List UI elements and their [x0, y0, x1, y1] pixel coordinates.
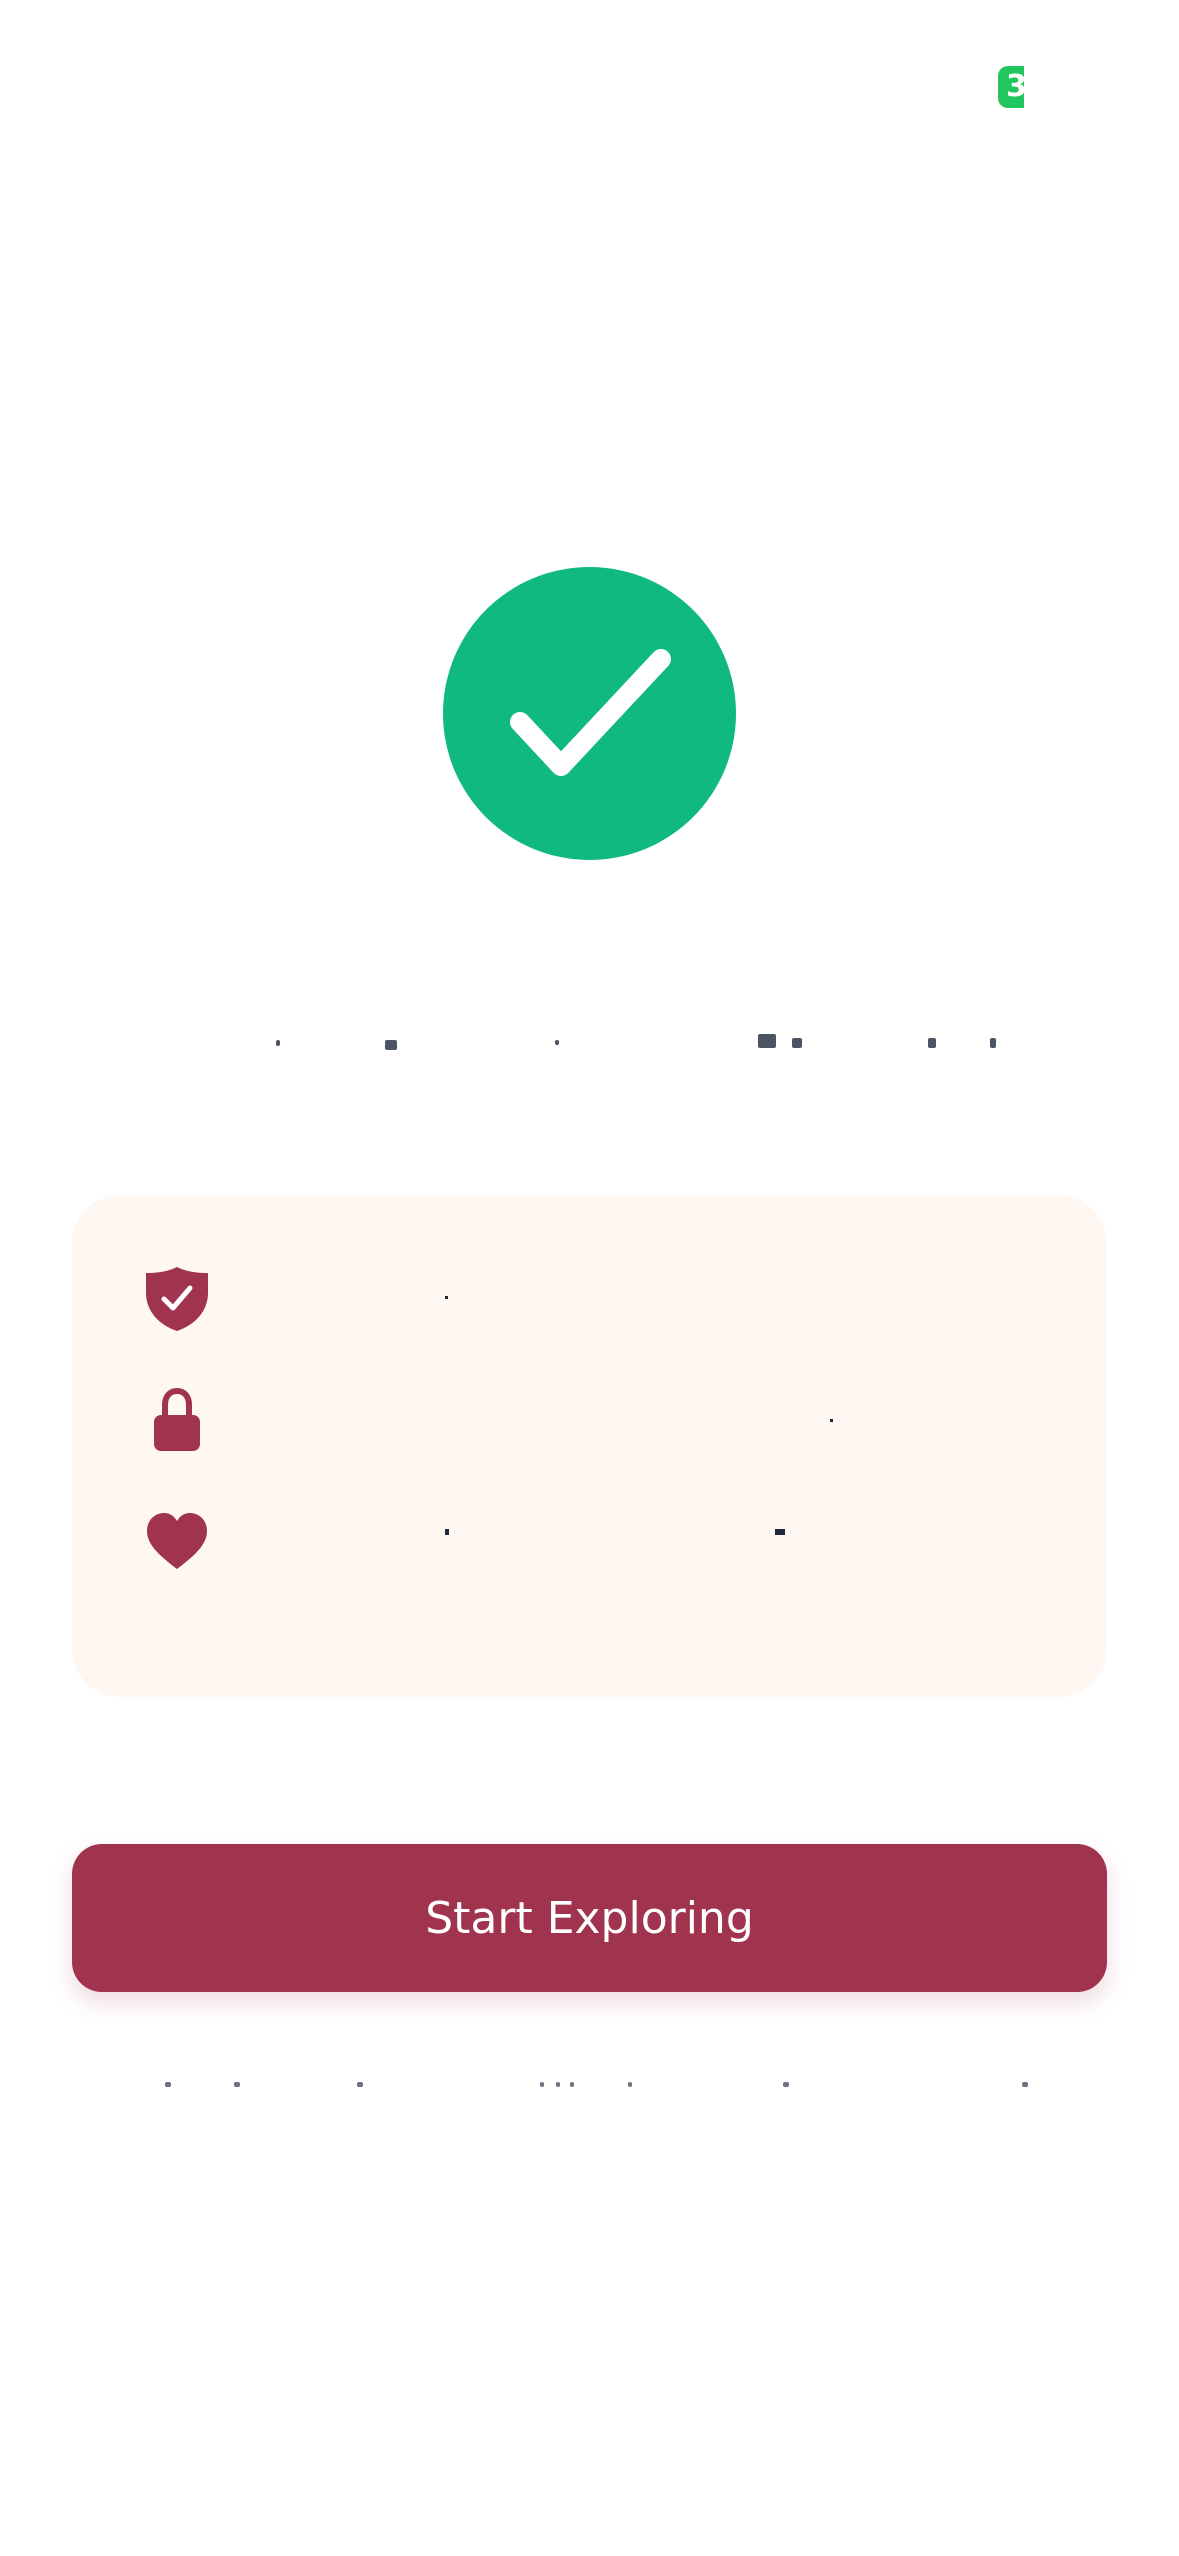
features-card — [72, 1195, 1107, 1697]
shield-check-icon — [146, 1267, 208, 1331]
checkmark-icon — [510, 649, 671, 776]
footnote-text — [0, 2076, 1179, 2096]
feature-item — [142, 1263, 1042, 1333]
start-exploring-button[interactable]: Start Exploring — [72, 1844, 1107, 1992]
subtitle-text — [0, 1010, 1179, 1050]
lock-icon — [154, 1387, 200, 1451]
heart-icon — [147, 1513, 207, 1569]
feature-item — [142, 1385, 1042, 1455]
status-badge: 3 — [998, 66, 1024, 108]
success-badge — [443, 567, 736, 860]
feature-item — [142, 1507, 1042, 1577]
